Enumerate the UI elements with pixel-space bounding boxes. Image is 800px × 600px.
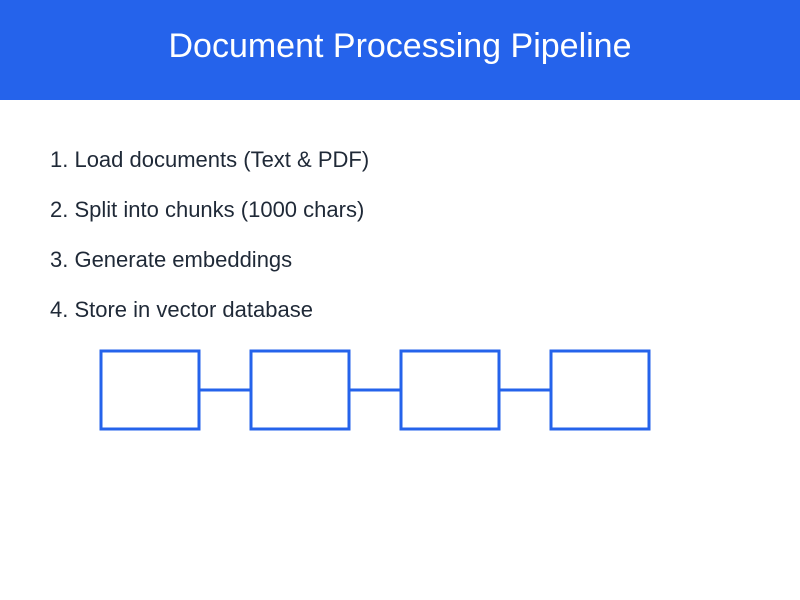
step-item-embed: 3. Generate embeddings: [50, 247, 293, 272]
step-item-load: 1. Load documents (Text & PDF): [50, 147, 370, 172]
pipeline-box-2: [249, 349, 351, 431]
steps-list: 1. Load documents (Text & PDF) 2. Split …: [50, 140, 369, 340]
step-item-split: 2. Split into chunks (1000 chars): [50, 197, 365, 222]
step-item-store: 4. Store in vector database: [50, 297, 313, 322]
page: Document Processing Pipeline 1. Load doc…: [0, 0, 800, 600]
page-title: Document Processing Pipeline: [168, 26, 632, 65]
pipeline-box-1: [99, 349, 201, 431]
header-bar: Document Processing Pipeline: [0, 0, 800, 100]
pipeline-box-3: [399, 349, 501, 431]
pipeline-box-4: [549, 349, 651, 431]
